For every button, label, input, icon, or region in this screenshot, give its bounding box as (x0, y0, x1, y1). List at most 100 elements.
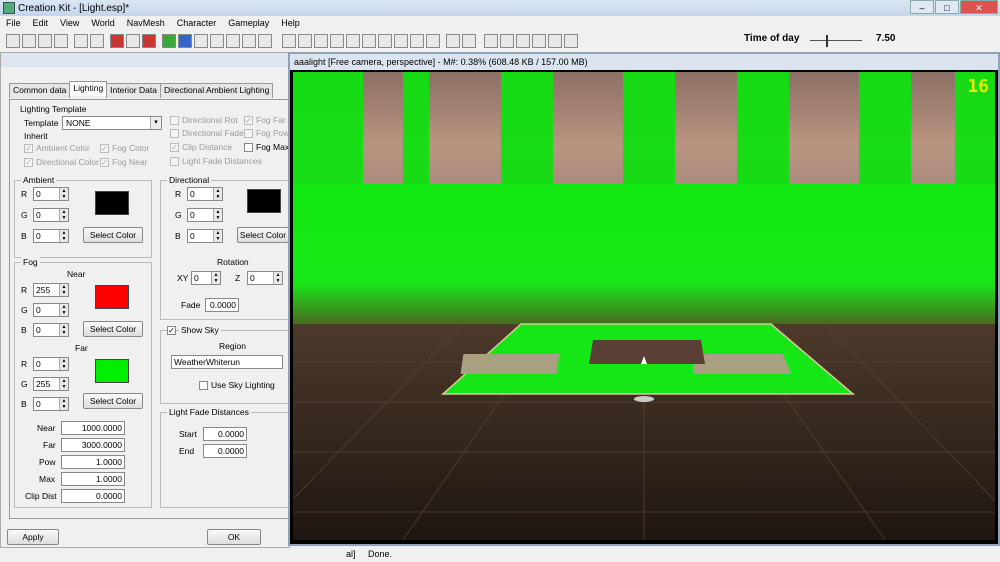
directional-r-spinner[interactable]: 0 ▲ ▼ (187, 187, 223, 201)
angle-snap-icon[interactable] (226, 34, 240, 48)
fog-near-color-swatch[interactable] (95, 285, 129, 309)
fog-far-checkbox[interactable]: ✓ (244, 116, 253, 125)
minimize-button[interactable]: – (910, 0, 934, 14)
water-icon[interactable] (178, 34, 192, 48)
ambient-r-spinner[interactable]: 0 ▲ ▼ (33, 187, 69, 201)
template-select[interactable]: NONE ▾ (62, 116, 162, 130)
fog-far-color-swatch[interactable] (95, 359, 129, 383)
grid-icon[interactable] (362, 34, 376, 48)
directional-select-color-button[interactable]: Select Color (237, 227, 289, 243)
marker-icon[interactable] (142, 34, 156, 48)
spin-arrows-icon[interactable]: ▲ ▼ (59, 188, 68, 200)
ambient-select-color-button[interactable]: Select Color (83, 227, 143, 243)
fog-far-g-spinner[interactable]: 255 ▲ ▼ (33, 377, 69, 391)
menu-world[interactable]: World (85, 18, 120, 28)
fog-near-b-spinner[interactable]: 0 ▲ ▼ (33, 323, 69, 337)
tab-lighting[interactable]: Lighting (69, 81, 108, 96)
undo-icon[interactable] (74, 34, 88, 48)
fog-near-checkbox[interactable]: ✓ (100, 158, 109, 167)
time-of-day-slider[interactable] (810, 40, 862, 41)
ambient-g-spinner[interactable]: 0 ▲ ▼ (33, 208, 69, 222)
x-icon[interactable] (410, 34, 424, 48)
r-icon[interactable] (394, 34, 408, 48)
rotation-xy-spinner[interactable]: 0 ▲ ▼ (191, 271, 221, 285)
preferences-icon[interactable] (54, 34, 68, 48)
fog-near-dist-field[interactable]: 1000.0000 (61, 421, 125, 435)
fade-field[interactable]: 0.0000 (205, 298, 239, 312)
ambient-color-checkbox[interactable]: ✓ (24, 144, 33, 153)
time-of-day-thumb[interactable] (826, 35, 829, 47)
fog-far-r-spinner[interactable]: 0 ▲ ▼ (33, 357, 69, 371)
cube-b-icon[interactable] (462, 34, 476, 48)
directional-color-swatch[interactable] (247, 189, 281, 213)
light-bulb-icon[interactable] (194, 34, 208, 48)
c-icon[interactable] (484, 34, 498, 48)
menu-edit[interactable]: Edit (27, 18, 55, 28)
viewport-scene[interactable]: 16 (293, 72, 995, 540)
show-sky-checkbox[interactable]: ✓ (167, 326, 176, 335)
figure-icon[interactable] (446, 34, 460, 48)
e-icon[interactable] (548, 34, 562, 48)
directional-b-spinner[interactable]: 0 ▲ ▼ (187, 229, 223, 243)
start-field[interactable]: 0.0000 (203, 427, 247, 441)
sphere-icon[interactable] (162, 34, 176, 48)
fog-max-checkbox[interactable] (244, 143, 253, 152)
render-icon[interactable] (126, 34, 140, 48)
spin-arrows-icon[interactable]: ▲ ▼ (59, 378, 68, 390)
navmesh-icon[interactable] (426, 34, 440, 48)
directional-fade-checkbox[interactable] (170, 129, 179, 138)
render-viewport[interactable]: aaalight [Free camera, perspective] - M#… (288, 52, 1000, 546)
rotation-z-spinner[interactable]: 0 ▲ ▼ (247, 271, 283, 285)
spin-arrows-icon[interactable]: ▲ ▼ (59, 398, 68, 410)
fog-far-select-color-button[interactable]: Select Color (83, 393, 143, 409)
use-sky-lighting-checkbox[interactable] (199, 381, 208, 390)
save-icon[interactable] (38, 34, 52, 48)
tab-interior-data[interactable]: Interior Data (106, 83, 161, 98)
close-button[interactable]: ✕ (960, 0, 998, 14)
target-icon[interactable] (564, 34, 578, 48)
spin-arrows-icon[interactable]: ▲ ▼ (59, 230, 68, 242)
spin-arrows-icon[interactable]: ▲ ▼ (59, 304, 68, 316)
spin-arrows-icon[interactable]: ▲ ▼ (273, 272, 282, 284)
fog-near-select-color-button[interactable]: Select Color (83, 321, 143, 337)
spin-arrows-icon[interactable]: ▲ ▼ (213, 209, 222, 221)
menu-gameplay[interactable]: Gameplay (222, 18, 275, 28)
directional-rot-checkbox[interactable] (170, 116, 179, 125)
directional-color-checkbox[interactable]: ✓ (24, 158, 33, 167)
bounds-icon[interactable] (110, 34, 124, 48)
bubble-icon[interactable] (242, 34, 256, 48)
region-field[interactable]: WeatherWhiterun (171, 355, 283, 369)
fog-near-r-spinner[interactable]: 255 ▲ ▼ (33, 283, 69, 297)
spin-arrows-icon[interactable]: ▲ ▼ (59, 209, 68, 221)
fog-pow-checkbox[interactable] (244, 129, 253, 138)
light-fade-distances-checkbox[interactable] (170, 157, 179, 166)
group-icon[interactable] (346, 34, 360, 48)
fog-far-b-spinner[interactable]: 0 ▲ ▼ (33, 397, 69, 411)
fog-near-g-spinner[interactable]: 0 ▲ ▼ (33, 303, 69, 317)
redo-icon[interactable] (90, 34, 104, 48)
spin-arrows-icon[interactable]: ▲ ▼ (213, 188, 222, 200)
ambient-color-swatch[interactable] (95, 191, 129, 215)
apply-button[interactable]: Apply (7, 529, 59, 545)
g-icon[interactable] (516, 34, 530, 48)
box-icon[interactable] (330, 34, 344, 48)
menu-help[interactable]: Help (275, 18, 306, 28)
tab-common-data[interactable]: Common data (9, 83, 71, 98)
fog-color-checkbox[interactable]: ✓ (100, 144, 109, 153)
end-field[interactable]: 0.0000 (203, 444, 247, 458)
cube-icon[interactable] (282, 34, 296, 48)
spin-arrows-icon[interactable]: ▲ ▼ (213, 230, 222, 242)
new-file-icon[interactable] (6, 34, 20, 48)
menu-file[interactable]: File (0, 18, 27, 28)
m-icon[interactable] (532, 34, 546, 48)
fog-far-dist-field[interactable]: 3000.0000 (61, 438, 125, 452)
menu-view[interactable]: View (54, 18, 85, 28)
clip-dist-field[interactable]: 0.0000 (61, 489, 125, 503)
spin-arrows-icon[interactable]: ▲ ▼ (59, 358, 68, 370)
cube-wire-icon[interactable] (298, 34, 312, 48)
fog-max-field[interactable]: 1.0000 (61, 472, 125, 486)
p-icon[interactable] (378, 34, 392, 48)
chart-icon[interactable] (258, 34, 272, 48)
spin-arrows-icon[interactable]: ▲ ▼ (59, 324, 68, 336)
ambient-b-spinner[interactable]: 0 ▲ ▼ (33, 229, 69, 243)
